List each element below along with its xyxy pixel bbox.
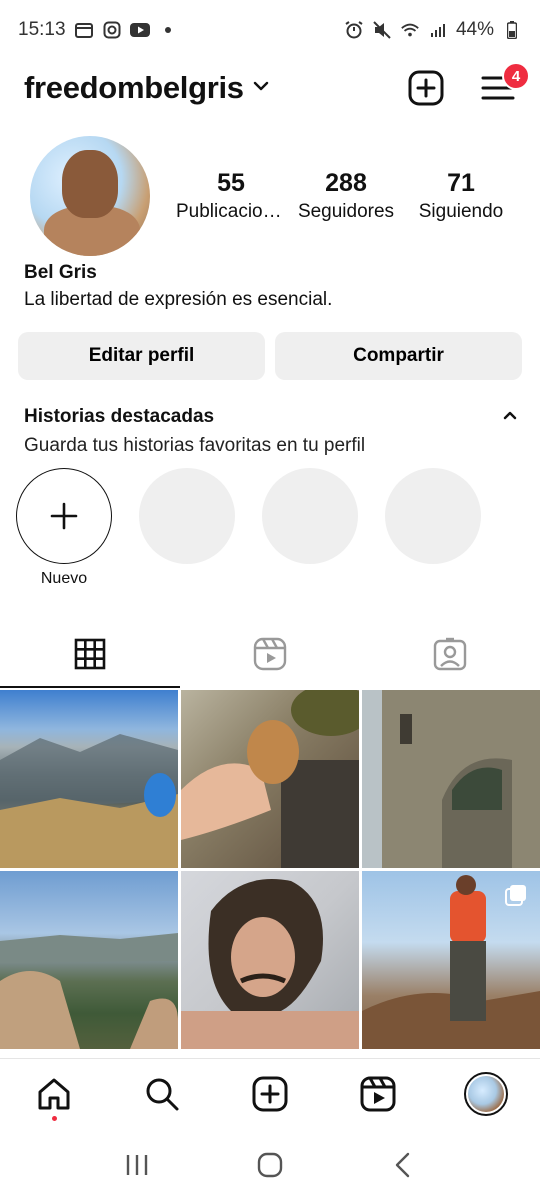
stat-following[interactable]: 71 Siguiendo [406,168,516,226]
home-icon [38,1078,70,1109]
chevron-up-icon[interactable] [502,408,518,426]
username: freedombelgris [24,70,244,105]
dot-icon [158,20,178,40]
youtube-icon [129,20,150,40]
menu-button[interactable]: 4 [480,62,530,106]
back-button[interactable] [383,1145,423,1185]
back-chevron-icon [396,1152,410,1178]
battery-icon [502,20,522,40]
battery-percent: 44% [455,19,494,40]
post-thumbnail[interactable] [362,690,540,868]
recent-apps-button[interactable] [117,1145,157,1185]
profile-header: freedombelgris 4 [0,60,540,116]
stat-following-count: 71 [447,169,475,197]
highlight-placeholder [385,468,481,564]
system-navigation-bar [0,1130,540,1200]
stat-followers-count: 288 [325,169,367,197]
calendar-icon [74,20,94,40]
wifi-icon [400,20,420,40]
signal-icon [428,20,448,40]
instagram-icon [102,20,122,40]
valley-landscape-image [0,933,178,1049]
stat-posts-count: 55 [217,169,245,197]
stat-posts[interactable]: 55 Publicaciones [176,168,286,226]
mute-icon [372,20,392,40]
nav-home[interactable] [27,1067,81,1121]
multiple-posts-icon [504,883,528,907]
stat-followers[interactable]: 288 Seguidores [291,168,401,226]
stone-tower-image [362,690,540,868]
post-thumbnail[interactable] [362,871,540,1049]
recent-apps-icon [126,1155,147,1175]
plus-icon [50,502,78,530]
home-system-button[interactable] [250,1145,290,1185]
new-highlight-button[interactable] [16,468,112,564]
notification-dot [51,1115,57,1121]
highlights-section: Historias destacadas Guarda tus historia… [24,404,518,462]
plus-square-icon [252,1076,288,1111]
hand-egg-image [181,690,359,868]
highlights-title: Historias destacadas [24,406,215,427]
bottom-navigation [0,1058,540,1128]
posts-grid [0,690,540,1049]
tagged-user-icon [433,637,467,671]
home-circle-icon [257,1152,283,1178]
account-switcher[interactable]: freedombelgris [24,70,270,106]
status-bar: 15:13 44% [0,0,540,60]
grid-icon [74,638,106,670]
stat-following-label: Siguiendo [418,201,504,222]
post-thumbnail[interactable] [181,690,359,868]
share-profile-button[interactable]: Compartir [275,332,522,380]
post-thumbnail[interactable] [0,871,178,1049]
post-thumbnail[interactable] [0,690,178,868]
highlight-placeholder [262,468,358,564]
bio-text: La libertad de expresión es esencial. [24,289,333,310]
mountain-landscape-image [0,734,178,868]
nav-profile[interactable] [459,1067,513,1121]
tab-reels[interactable] [180,620,360,688]
plus-square-icon [408,70,444,106]
edit-profile-button[interactable]: Editar perfil [18,332,265,380]
search-icon [146,1078,179,1110]
nav-create[interactable] [243,1067,297,1121]
stat-posts-label: Publicaciones [176,201,286,222]
reels-icon [360,1076,396,1111]
profile-bio: Bel Gris La libertad de expresión es ese… [24,260,524,314]
profile-actions: Editar perfil Compartir [18,332,522,380]
reels-icon [253,637,287,671]
highlights-row: Nuevo [16,468,540,598]
create-button[interactable] [408,70,444,106]
profile-tabs [0,620,540,688]
profile-avatar[interactable] [30,136,150,256]
tab-posts-grid[interactable] [0,620,180,688]
notification-badge: 4 [502,62,530,90]
nav-search[interactable] [135,1067,189,1121]
post-thumbnail[interactable] [181,871,359,1049]
highlights-subtitle: Guarda tus historias favoritas en tu per… [24,435,366,456]
new-highlight-label: Nuevo [40,570,88,587]
stat-followers-label: Seguidores [297,201,395,222]
highlight-placeholder [139,468,235,564]
chevron-down-icon [252,79,270,97]
profile-stats: 55 Publicaciones 288 Seguidores 71 Sigui… [176,168,516,226]
avatar-figure-head [62,150,118,218]
avatar [464,1071,508,1116]
alarm-icon [344,20,364,40]
tab-tagged[interactable] [360,620,540,688]
selfie-portrait-image [181,879,359,1049]
status-time: 15:13 [18,19,66,40]
display-name: Bel Gris [24,262,97,283]
nav-reels[interactable] [351,1067,405,1121]
profile-summary: 55 Publicaciones 288 Seguidores 71 Sigui… [0,134,540,258]
